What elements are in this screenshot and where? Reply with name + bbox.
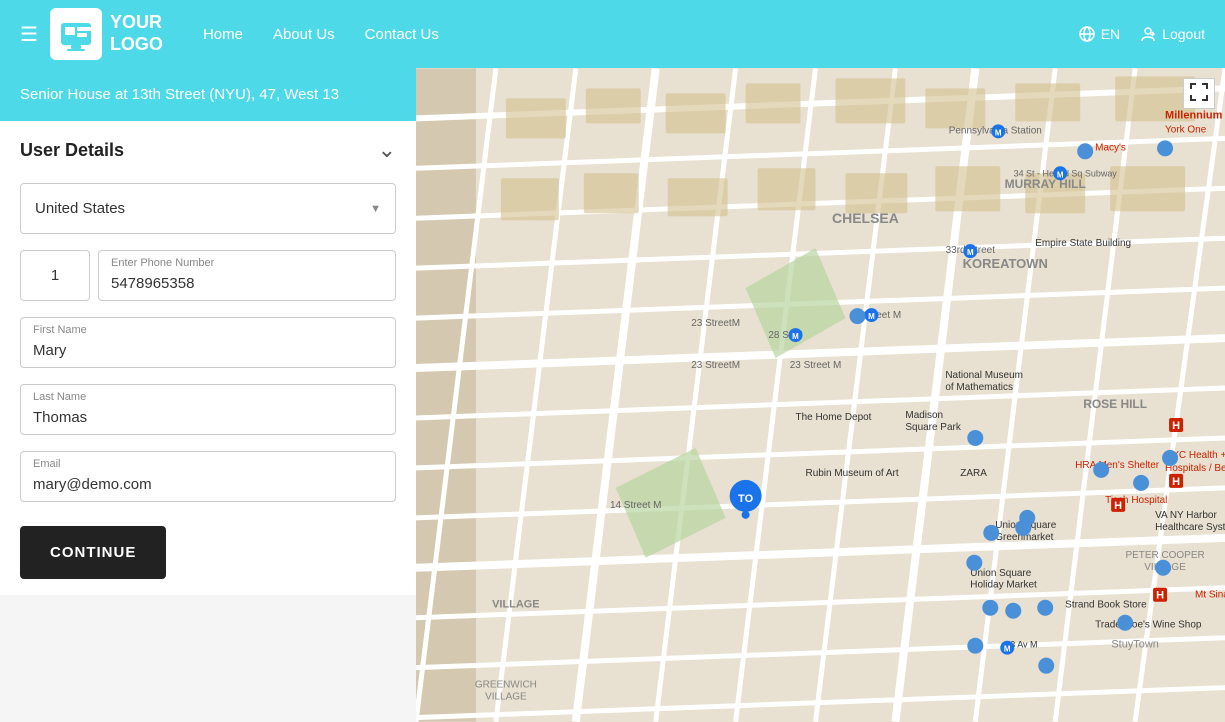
map-svg: CHELSEA MURRAY HILL KOREATOWN ROSE HILL … — [416, 68, 1225, 722]
main-container: Senior House at 13th Street (NYU), 47, W… — [0, 68, 1225, 722]
email-input[interactable] — [21, 452, 395, 501]
user-details-title: User Details — [20, 140, 124, 161]
svg-text:23 StreetM: 23 StreetM — [691, 360, 740, 371]
main-nav: Home About Us Contact Us — [203, 26, 1079, 43]
country-field: United States — [20, 183, 396, 234]
email-field: Email — [20, 451, 396, 502]
svg-text:StuyTown: StuyTown — [1111, 639, 1159, 651]
nav-about[interactable]: About Us — [273, 26, 335, 43]
svg-text:H: H — [1172, 420, 1180, 432]
svg-text:of Mathematics: of Mathematics — [945, 382, 1013, 393]
first-name-field: First Name — [20, 317, 396, 368]
svg-text:M: M — [967, 248, 974, 257]
phone-label: Enter Phone Number — [111, 257, 214, 269]
country-select-wrapper: United States — [20, 183, 396, 234]
svg-text:HRA Men's Shelter: HRA Men's Shelter — [1075, 460, 1160, 471]
svg-text:M: M — [792, 332, 799, 341]
svg-text:M: M — [995, 128, 1002, 137]
svg-text:MURRAY HILL: MURRAY HILL — [1005, 177, 1086, 191]
svg-text:VA NY Harbor: VA NY Harbor — [1155, 510, 1217, 521]
svg-text:Strand Book Store: Strand Book Store — [1065, 600, 1147, 611]
logo-icon — [50, 8, 102, 60]
svg-text:Rubin Museum of Art: Rubin Museum of Art — [806, 468, 899, 479]
svg-text:Square Park: Square Park — [905, 422, 960, 433]
header-right: EN Logout — [1079, 26, 1205, 42]
svg-text:H: H — [1172, 476, 1180, 488]
email-label: Email — [33, 458, 61, 470]
user-details-section: User Details ⌄ United States 1 Enter Pho… — [0, 121, 416, 595]
svg-text:M: M — [868, 312, 875, 321]
email-wrapper: Email — [20, 451, 396, 502]
svg-text:KOREATOWN: KOREATOWN — [963, 256, 1048, 271]
svg-text:CHELSEA: CHELSEA — [832, 210, 899, 226]
svg-text:23 StreetM: 23 StreetM — [691, 318, 740, 329]
phone-input-wrapper: Enter Phone Number — [98, 250, 396, 301]
country-select[interactable]: United States — [21, 184, 395, 233]
left-panel: Senior House at 13th Street (NYU), 47, W… — [0, 68, 416, 722]
first-name-label: First Name — [33, 324, 87, 336]
svg-text:M: M — [1057, 170, 1064, 179]
svg-text:M: M — [1004, 645, 1011, 654]
svg-text:GREENWICH: GREENWICH — [475, 680, 537, 691]
map-area: CHELSEA MURRAY HILL KOREATOWN ROSE HILL … — [416, 68, 1225, 722]
header: ☰ YOUR LOGO Home About Us Contact Us — [0, 0, 1225, 68]
svg-text:H: H — [1156, 590, 1164, 602]
svg-text:TO: TO — [738, 493, 754, 505]
svg-text:3 Av M: 3 Av M — [1010, 640, 1037, 650]
logo: YOUR LOGO — [50, 8, 163, 60]
last-name-wrapper: Last Name — [20, 384, 396, 435]
svg-text:Healthcare System: Healthcare System — [1155, 522, 1225, 533]
language-button[interactable]: EN — [1079, 26, 1120, 42]
svg-text:York One: York One — [1165, 124, 1207, 135]
svg-text:23 Street M: 23 Street M — [790, 360, 842, 371]
svg-text:Holiday Market: Holiday Market — [970, 580, 1037, 591]
chevron-down-icon[interactable]: ⌄ — [378, 137, 396, 163]
nav-contact[interactable]: Contact Us — [365, 26, 439, 43]
svg-text:Macy's: Macy's — [1095, 142, 1126, 153]
user-details-header: User Details ⌄ — [20, 137, 396, 163]
svg-text:14 Street M: 14 Street M — [610, 500, 662, 511]
last-name-label: Last Name — [33, 391, 86, 403]
svg-text:ZARA: ZARA — [960, 468, 987, 479]
svg-text:PETER COOPER: PETER COOPER — [1125, 550, 1204, 561]
expand-icon — [1190, 83, 1208, 101]
svg-text:ROSE HILL: ROSE HILL — [1083, 397, 1147, 411]
svg-text:VILLAGE: VILLAGE — [485, 692, 527, 703]
phone-code-box: 1 — [20, 250, 90, 301]
svg-text:Millennium H: Millennium H — [1165, 109, 1225, 121]
logo-text: YOUR LOGO — [110, 12, 163, 55]
svg-text:Madison: Madison — [905, 410, 943, 421]
svg-text:VILLAGE: VILLAGE — [492, 599, 540, 611]
nav-home[interactable]: Home — [203, 26, 243, 43]
continue-button[interactable]: CONTINUE — [20, 526, 166, 579]
svg-text:Empire State Building: Empire State Building — [1035, 238, 1131, 249]
svg-text:Mt Sinai Beth Israel: Mt Sinai Beth Israel — [1195, 590, 1225, 601]
svg-text:The Home Depot: The Home Depot — [796, 412, 872, 423]
logout-button[interactable]: Logout — [1140, 26, 1205, 42]
svg-text:Union Square: Union Square — [970, 568, 1031, 579]
menu-icon[interactable]: ☰ — [20, 22, 38, 47]
first-name-wrapper: First Name — [20, 317, 396, 368]
logout-icon — [1140, 26, 1156, 42]
phone-field: 1 Enter Phone Number — [20, 250, 396, 301]
svg-text:Trader Joe's Wine Shop: Trader Joe's Wine Shop — [1095, 620, 1202, 631]
svg-text:H: H — [1114, 500, 1122, 512]
map-expand-button[interactable] — [1183, 78, 1215, 109]
last-name-field: Last Name — [20, 384, 396, 435]
globe-icon — [1079, 26, 1095, 42]
location-banner: Senior House at 13th Street (NYU), 47, W… — [0, 68, 416, 121]
svg-text:National Museum: National Museum — [945, 370, 1023, 381]
